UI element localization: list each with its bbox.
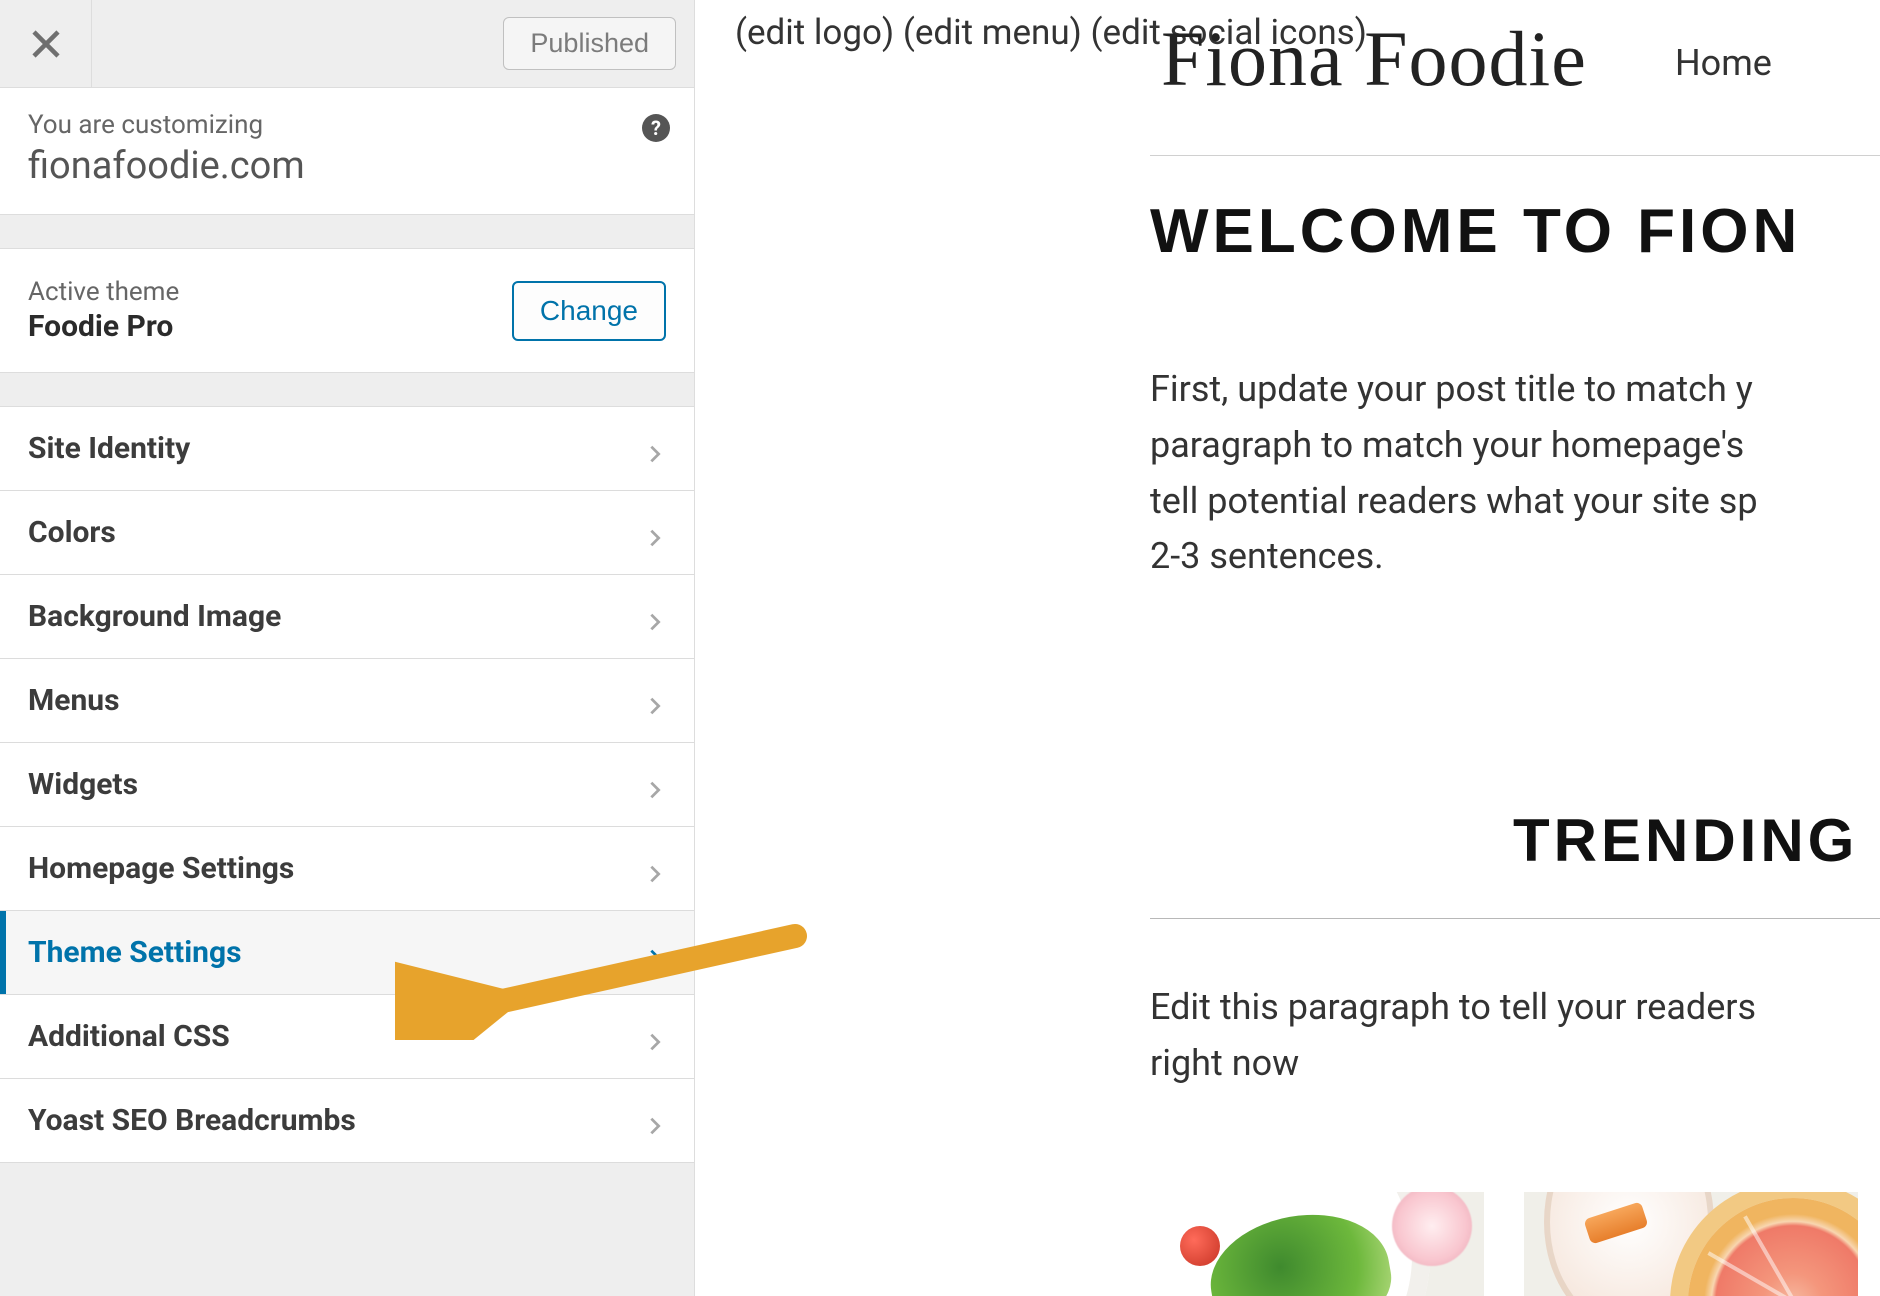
chevron-right-icon [644, 1026, 666, 1048]
header-divider [1150, 155, 1880, 156]
customizing-label: You are customizing [28, 110, 666, 140]
menu-item-colors[interactable]: Colors [0, 491, 694, 575]
recipe-thumb-2[interactable] [1524, 1192, 1858, 1296]
chevron-right-icon [644, 942, 666, 964]
site-domain: fionafoodie.com [28, 144, 666, 188]
menu-item-label: Site Identity [28, 431, 190, 466]
customizer-sidebar: Published You are customizing fionafoodi… [0, 0, 695, 1296]
nav-link-home[interactable]: Home [1675, 42, 1772, 84]
chevron-right-icon [644, 858, 666, 880]
intro-paragraph: First, update your post title to match y… [1150, 362, 1880, 585]
customizer-topbar: Published [0, 0, 694, 88]
help-icon[interactable]: ? [642, 114, 670, 142]
divider [0, 215, 694, 249]
recipe-thumb-1[interactable] [1150, 1192, 1484, 1296]
publish-button[interactable]: Published [503, 17, 676, 70]
menu-item-theme-settings[interactable]: Theme Settings [0, 911, 694, 995]
menu-item-site-identity[interactable]: Site Identity [0, 407, 694, 491]
customizing-info: You are customizing fionafoodie.com ? [0, 88, 694, 215]
customizer-menu: Site Identity Colors Background Image Menus… [0, 407, 694, 1163]
menu-item-label: Colors [28, 515, 116, 550]
change-theme-button[interactable]: Change [512, 281, 666, 341]
trending-heading: TRENDING [1513, 806, 1858, 875]
active-theme-name: Foodie Pro [28, 309, 512, 344]
welcome-heading: WELCOME TO FION [1150, 196, 1801, 267]
menu-item-homepage-settings[interactable]: Homepage Settings [0, 827, 694, 911]
menu-item-label: Homepage Settings [28, 851, 294, 886]
site-logo-text: Fiona Foodie [1161, 14, 1587, 104]
menu-item-label: Background Image [28, 599, 281, 634]
divider [0, 373, 694, 407]
chevron-right-icon [644, 606, 666, 628]
menu-item-background-image[interactable]: Background Image [0, 575, 694, 659]
menu-item-yoast-seo-breadcrumbs[interactable]: Yoast SEO Breadcrumbs [0, 1079, 694, 1163]
active-theme-block: Active theme Foodie Pro Change [0, 249, 694, 373]
menu-item-widgets[interactable]: Widgets [0, 743, 694, 827]
trending-paragraph: Edit this paragraph to tell your readers… [1150, 980, 1880, 1092]
trending-divider [1150, 918, 1880, 919]
menu-item-label: Yoast SEO Breadcrumbs [28, 1103, 356, 1138]
menu-item-additional-css[interactable]: Additional CSS [0, 995, 694, 1079]
menu-item-label: Additional CSS [28, 1019, 230, 1054]
chevron-right-icon [644, 1110, 666, 1132]
close-button[interactable] [0, 0, 92, 88]
menu-item-label: Widgets [28, 767, 138, 802]
close-icon [28, 26, 64, 62]
chevron-right-icon [644, 690, 666, 712]
menu-item-label: Menus [28, 683, 120, 718]
menu-item-menus[interactable]: Menus [0, 659, 694, 743]
recipe-thumbnails [1150, 1192, 1858, 1296]
active-theme-label: Active theme [28, 277, 512, 307]
site-preview: (edit logo) (edit menu) (edit social ico… [695, 0, 1880, 1296]
menu-item-label: Theme Settings [28, 935, 242, 970]
chevron-right-icon [644, 522, 666, 544]
chevron-right-icon [644, 774, 666, 796]
chevron-right-icon [644, 438, 666, 460]
